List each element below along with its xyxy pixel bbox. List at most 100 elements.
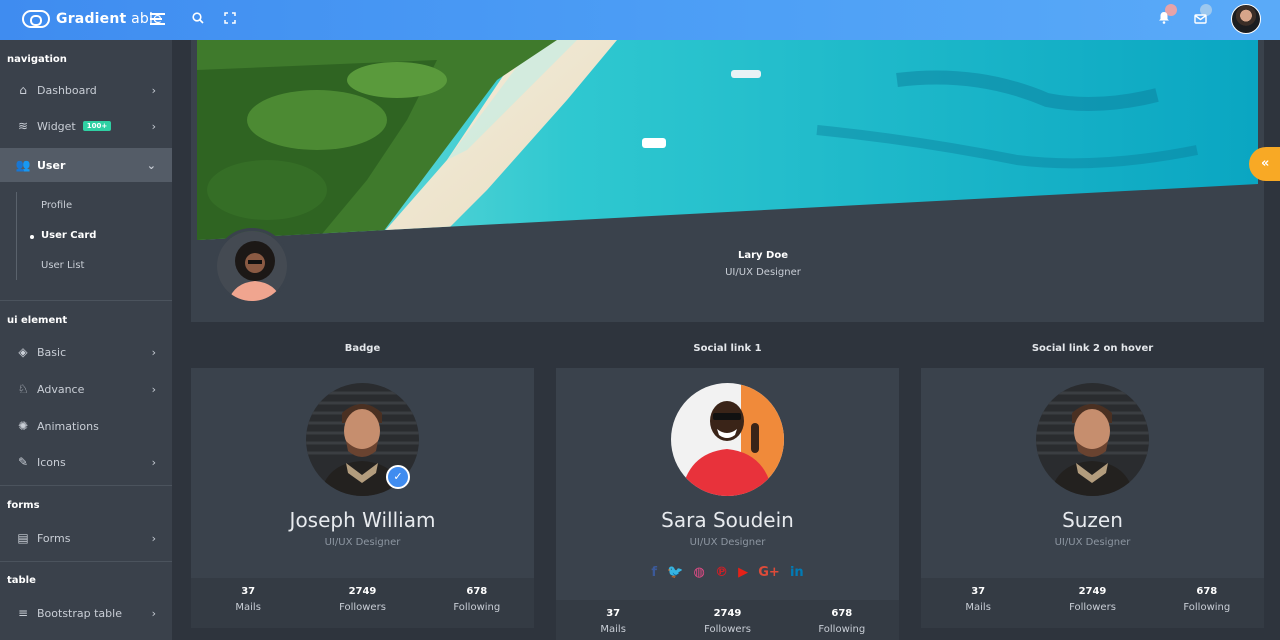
sidebar-divider [0, 300, 172, 301]
sidebar-divider [0, 561, 172, 562]
feather-icon: ✎ [17, 455, 29, 469]
sidebar-item-label: Icons [37, 455, 66, 469]
logo-icon [22, 10, 50, 28]
user-card-name: Suzen [1062, 508, 1123, 532]
aperture-icon: ✺ [17, 419, 29, 433]
sidebar-item-label: Bootstrap table [37, 606, 122, 620]
column-title-badge: Badge [344, 343, 381, 354]
stat-followers: 2749 Followers [339, 586, 386, 613]
section-title-forms: forms [7, 500, 40, 511]
bell-icon[interactable] [1154, 10, 1174, 30]
layers-icon: ≋ [17, 119, 29, 133]
dribbble-icon[interactable]: ◍ [693, 565, 704, 580]
user-card-avatar [671, 383, 784, 496]
chevron-right-icon: › [151, 345, 156, 359]
submenu-line [16, 192, 17, 280]
section-title-ui-element: ui element [7, 315, 68, 326]
sidebar-item-widget[interactable]: ≋ Widget 100+ › [0, 109, 172, 143]
sidebar-item-label: Dashboard [37, 83, 97, 97]
mail-icon[interactable] [1190, 10, 1210, 30]
profile-cover-card [191, 40, 1264, 322]
user-card-role: UI/UX Designer [689, 537, 766, 548]
sidebar-item-icons[interactable]: ✎ Icons › [0, 445, 172, 479]
chevron-right-icon: › [151, 382, 156, 396]
profile-role: UI/UX Designer [725, 267, 801, 278]
user-card-role: UI/UX Designer [1054, 537, 1131, 548]
section-title-table: table [7, 575, 36, 586]
brand-logo[interactable]: Gradient able [22, 10, 162, 28]
sidebar-item-basic[interactable]: ◈ Basic › [0, 335, 172, 369]
submenu-item-user-list[interactable]: User List [41, 260, 84, 271]
sidebar-item-label: Forms [37, 531, 71, 545]
stat-followers: 2749 Followers [1069, 586, 1116, 613]
submenu-item-user-card[interactable]: User Card [41, 230, 96, 241]
list-icon: ≡ [17, 606, 29, 620]
sidebar-item-label: Basic [37, 345, 67, 359]
layout-settings-toggle[interactable]: « [1249, 147, 1280, 181]
sidebar-item-label: Animations [37, 419, 99, 433]
gitlab-icon: ♘ [17, 382, 29, 396]
fullscreen-icon[interactable] [220, 10, 240, 30]
users-icon: 👥 [15, 158, 31, 172]
chevron-right-icon: › [151, 455, 156, 469]
sidebar-item-animations[interactable]: ✺ Animations [0, 409, 172, 443]
facebook-icon[interactable]: f [651, 565, 657, 580]
chevron-right-icon: › [151, 531, 156, 545]
search-icon[interactable] [188, 10, 208, 30]
sidebar-item-label: Advance [37, 382, 85, 396]
sidebar-item-forms[interactable]: ▤ Forms › [0, 521, 172, 555]
user-card-avatar [1036, 383, 1149, 496]
chevron-right-icon: › [151, 606, 156, 620]
sidebar-item-label: User [37, 158, 66, 172]
user-avatar[interactable] [1231, 4, 1261, 34]
linkedin-icon[interactable]: in [790, 565, 804, 580]
brand-name: Gradient able [56, 11, 162, 27]
top-navbar: Gradient able [0, 0, 1280, 40]
user-card-social-2: Suzen UI/UX Designer 37 Mails 2749 Followe… [921, 368, 1264, 628]
pinterest-icon[interactable]: ℗ [715, 565, 728, 580]
active-dot [30, 235, 34, 239]
stat-following: 678 Following [453, 586, 501, 613]
column-title-social-link-2: Social link 2 on hover [1031, 343, 1154, 354]
social-links: f 🐦 ◍ ℗ ▶ G+ in [556, 565, 899, 580]
verified-badge-icon: ✓ [386, 465, 410, 489]
user-card-name: Sara Soudein [661, 508, 794, 532]
file-text-icon: ▤ [17, 531, 29, 545]
cover-image [197, 40, 1258, 240]
user-card-stats: 37 Mails 2749 Followers 678 Following [921, 578, 1264, 628]
sidebar-item-advance[interactable]: ♘ Advance › [0, 372, 172, 406]
section-title-navigation: navigation [7, 54, 67, 65]
user-card-social-1: Sara Soudein UI/UX Designer f 🐦 ◍ ℗ ▶ G+… [556, 368, 899, 640]
profile-avatar[interactable] [214, 228, 290, 304]
chevron-down-icon: ⌄ [146, 158, 156, 172]
widget-count-badge: 100+ [82, 121, 112, 131]
column-title-social-link-1: Social link 1 [693, 343, 762, 354]
user-card-stats: 37 Mails 2749 Followers 678 Following [191, 578, 534, 628]
user-card-name: Joseph William [289, 508, 436, 532]
stat-mails: 37 Mails [600, 608, 626, 635]
sidebar-item-dashboard[interactable]: ⌂ Dashboard › [0, 73, 172, 107]
submenu-item-profile[interactable]: Profile [41, 200, 72, 211]
box-icon: ◈ [18, 345, 28, 359]
user-card-role: UI/UX Designer [324, 537, 401, 548]
stat-following: 678 Following [1183, 586, 1231, 613]
youtube-icon[interactable]: ▶ [738, 565, 748, 580]
chevron-right-icon: › [151, 83, 156, 97]
sidebar-item-user[interactable]: 👥 User ⌄ [0, 148, 172, 182]
sidebar: navigation ⌂ Dashboard › ≋ Widget 100+ ›… [0, 40, 172, 640]
sidebar-item-label: Widget [37, 119, 76, 133]
chevron-right-icon: › [151, 119, 156, 133]
sidebar-divider [0, 485, 172, 486]
user-card-stats: 37 Mails 2749 Followers 678 Following [556, 600, 899, 640]
user-card-badge: Joseph William UI/UX Designer 37 Mails 27… [191, 368, 534, 628]
stat-followers: 2749 Followers [704, 608, 751, 635]
stat-mails: 37 Mails [965, 586, 991, 613]
profile-name: Lary Doe [737, 250, 788, 261]
google-plus-icon[interactable]: G+ [758, 565, 780, 580]
home-icon: ⌂ [19, 83, 27, 97]
twitter-icon[interactable]: 🐦 [667, 565, 683, 580]
sidebar-item-bootstrap-table[interactable]: ≡ Bootstrap table › [0, 596, 172, 630]
stat-mails: 37 Mails [235, 586, 261, 613]
menu-toggle-icon[interactable] [150, 10, 170, 30]
stat-following: 678 Following [818, 608, 866, 635]
